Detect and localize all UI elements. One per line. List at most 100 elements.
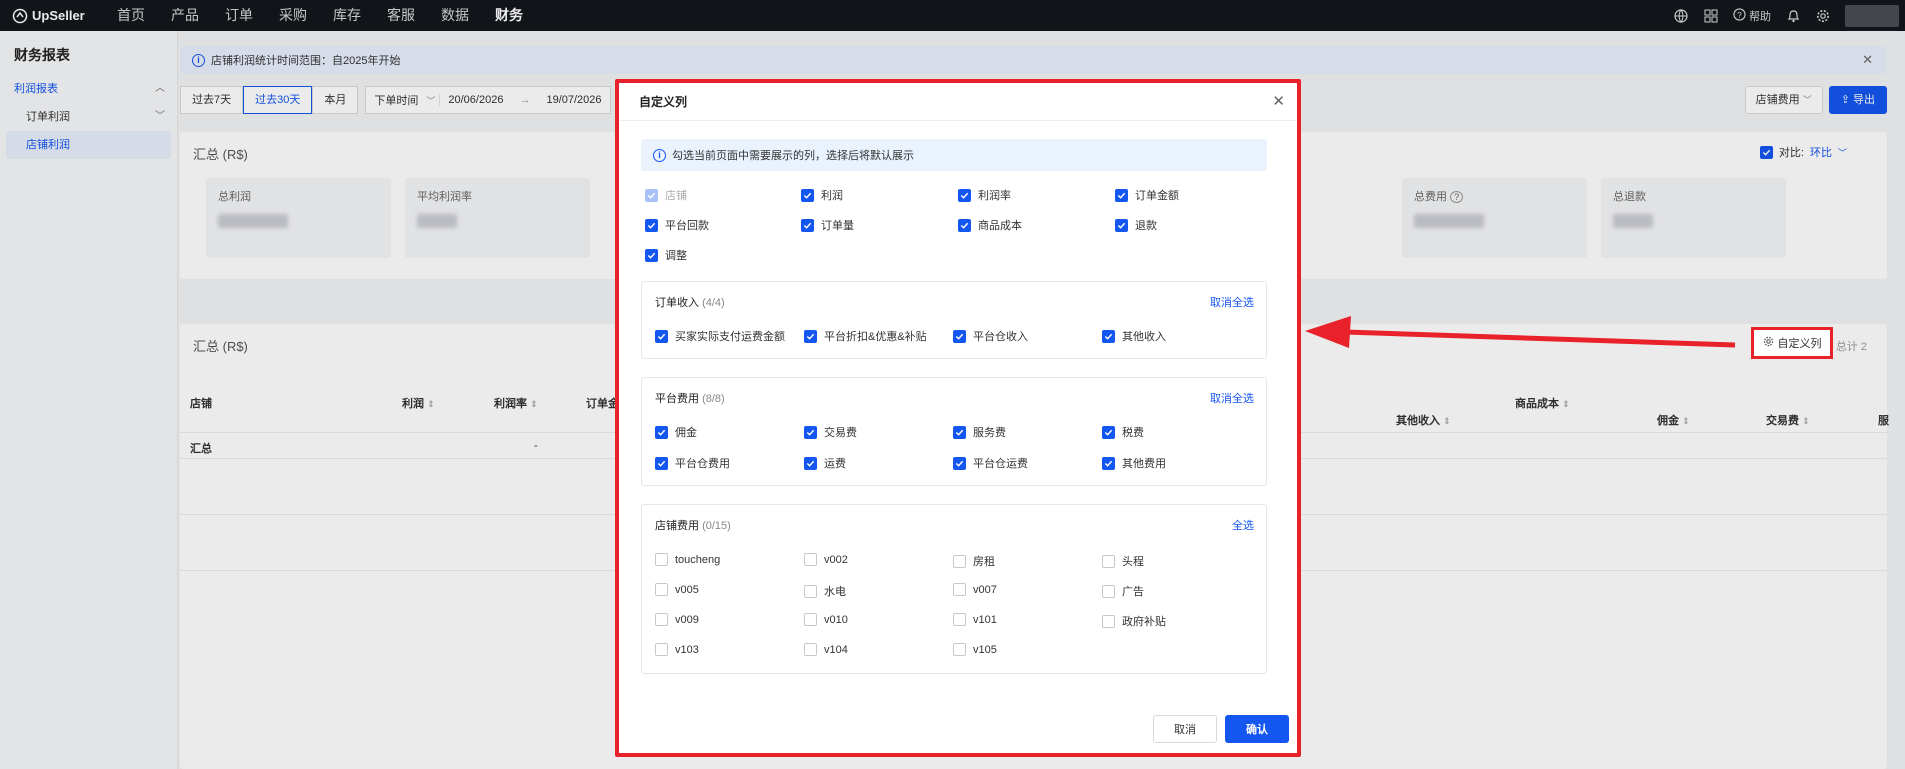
column-checkbox-margin[interactable]: 利润率 [958,187,1011,203]
checkbox-checked-icon[interactable] [953,329,966,343]
checkbox-label: 调整 [665,250,687,262]
column-checkbox-order-amount[interactable]: 订单金额 [1115,187,1179,203]
fee-checkbox-service[interactable]: 服务费 [953,424,1006,440]
column-checkbox-platform-payout[interactable]: 平台回款 [645,217,709,233]
checkbox-unchecked-icon[interactable] [953,643,966,656]
red-arrow-annotation [1305,316,1736,348]
checkbox-checked-icon[interactable] [953,425,966,439]
checkbox-checked-icon[interactable] [1102,425,1115,439]
store-fee-checkbox[interactable]: v002 [804,553,848,566]
checkbox-checked-icon[interactable] [801,218,814,232]
fee-checkbox-tax[interactable]: 税费 [1102,424,1144,440]
store-fee-checkbox[interactable]: toucheng [655,553,720,566]
checkbox-checked-icon[interactable] [804,425,817,439]
fee-checkbox-shipping[interactable]: 运费 [804,455,846,471]
checkbox-unchecked-icon[interactable] [804,584,817,598]
store-fee-checkbox[interactable]: 水电 [804,583,846,599]
checkbox-unchecked-icon[interactable] [1102,614,1115,628]
checkbox-label: 税费 [1122,427,1144,439]
checkbox-unchecked-icon[interactable] [655,583,668,596]
column-checkbox-product-cost[interactable]: 商品成本 [958,217,1022,233]
confirm-button[interactable]: 确认 [1225,715,1289,743]
checkbox-label: 运费 [824,458,846,470]
store-fee-checkbox[interactable]: v103 [655,643,699,656]
store-fee-checkbox[interactable]: v101 [953,613,997,626]
fee-checkbox-warehouse-fee[interactable]: 平台仓费用 [655,455,730,471]
checkbox-label: 服务费 [973,427,1006,439]
checkbox-label: v009 [675,613,699,626]
checkbox-checked-icon[interactable] [1115,218,1128,232]
cancel-button[interactable]: 取消 [1153,715,1217,743]
column-checkbox-profit[interactable]: 利润 [801,187,843,203]
checkbox-unchecked-icon[interactable] [1102,584,1115,598]
store-fee-checkbox[interactable]: v009 [655,613,699,626]
column-checkbox-adjustment[interactable]: 调整 [645,247,687,263]
store-fee-checkbox[interactable]: v005 [655,583,699,596]
checkbox-unchecked-icon[interactable] [1102,554,1115,568]
deselect-all-link[interactable]: 取消全选 [1210,294,1254,310]
custom-columns-button[interactable]: 自定义列 [1751,327,1833,359]
group-title: 平台费用 (8/8) [655,393,725,405]
income-checkbox-other-income[interactable]: 其他收入 [1102,328,1166,344]
checkbox-label: 店铺 [665,190,687,202]
dialog-notice: i 勾选当前页面中需要展示的列，选择后将默认展示 [641,139,1267,171]
income-checkbox-warehouse-income[interactable]: 平台仓收入 [953,328,1028,344]
checkbox-checked-icon[interactable] [645,218,658,232]
store-fee-checkbox[interactable]: 房租 [953,553,995,569]
store-fee-checkbox[interactable]: v105 [953,643,997,656]
store-fee-checkbox[interactable]: 头程 [1102,553,1144,569]
checkbox-checked-icon[interactable] [645,248,658,262]
group-store-fees: 店铺费用 (0/15) 全选 toucheng v002 房租 头程 v005 … [641,504,1267,674]
checkbox-label: 平台折扣&优惠&补贴 [824,331,927,343]
checkbox-unchecked-icon[interactable] [953,554,966,568]
checkbox-checked-icon[interactable] [801,188,814,202]
checkbox-label: 利润 [821,190,843,202]
checkbox-unchecked-icon[interactable] [804,553,817,566]
checkbox-unchecked-icon[interactable] [655,613,668,626]
checkbox-unchecked-icon[interactable] [804,643,817,656]
checkbox-unchecked-icon[interactable] [953,613,966,626]
fee-checkbox-commission[interactable]: 佣金 [655,424,697,440]
checkbox-checked-icon[interactable] [1115,188,1128,202]
store-fee-checkbox[interactable]: 政府补贴 [1102,613,1166,629]
checkbox-label: 平台仓运费 [973,458,1028,470]
checkbox-unchecked-icon[interactable] [953,583,966,596]
store-fee-checkbox[interactable]: v010 [804,613,848,626]
column-checkbox-refund[interactable]: 退款 [1115,217,1157,233]
store-fee-checkbox[interactable]: v007 [953,583,997,596]
checkbox-checked-icon[interactable] [655,425,668,439]
checkbox-label: v007 [973,583,997,596]
checkbox-checked-icon[interactable] [655,329,668,343]
checkbox-label: 水电 [824,586,846,598]
checkbox-checked-icon[interactable] [958,218,971,232]
column-checkbox-order-count[interactable]: 订单量 [801,217,854,233]
checkbox-checked-icon[interactable] [804,329,817,343]
checkbox-label: v101 [973,613,997,626]
deselect-all-link[interactable]: 取消全选 [1210,390,1254,406]
checkbox-checked-icon[interactable] [953,456,966,470]
checkbox-checked-icon[interactable] [958,188,971,202]
store-fee-checkbox[interactable]: 广告 [1102,583,1144,599]
dialog-notice-text: 勾选当前页面中需要展示的列，选择后将默认展示 [672,150,914,162]
store-fee-checkbox[interactable]: v104 [804,643,848,656]
close-icon[interactable]: ✕ [1272,92,1285,110]
checkbox-label: 订单量 [821,220,854,232]
checkbox-label: 商品成本 [978,220,1022,232]
fee-checkbox-warehouse-shipping[interactable]: 平台仓运费 [953,455,1028,471]
checkbox-unchecked-icon[interactable] [655,643,668,656]
checkbox-checked-icon[interactable] [804,456,817,470]
fee-checkbox-transaction[interactable]: 交易费 [804,424,857,440]
checkbox-checked-icon[interactable] [1102,329,1115,343]
fee-checkbox-other-fee[interactable]: 其他费用 [1102,455,1166,471]
checkbox-checked-icon[interactable] [655,456,668,470]
checkbox-disabled-icon [645,188,658,202]
dialog-footer: 取消 确认 [1153,715,1289,743]
checkbox-label: 其他收入 [1122,331,1166,343]
income-checkbox-shipping-paid[interactable]: 买家实际支付运费金额 [655,328,785,344]
checkbox-checked-icon[interactable] [1102,456,1115,470]
checkbox-unchecked-icon[interactable] [804,613,817,626]
select-all-link[interactable]: 全选 [1232,517,1254,533]
checkbox-unchecked-icon[interactable] [655,553,668,566]
checkbox-label: 订单金额 [1135,190,1179,202]
income-checkbox-platform-discount[interactable]: 平台折扣&优惠&补贴 [804,328,927,344]
